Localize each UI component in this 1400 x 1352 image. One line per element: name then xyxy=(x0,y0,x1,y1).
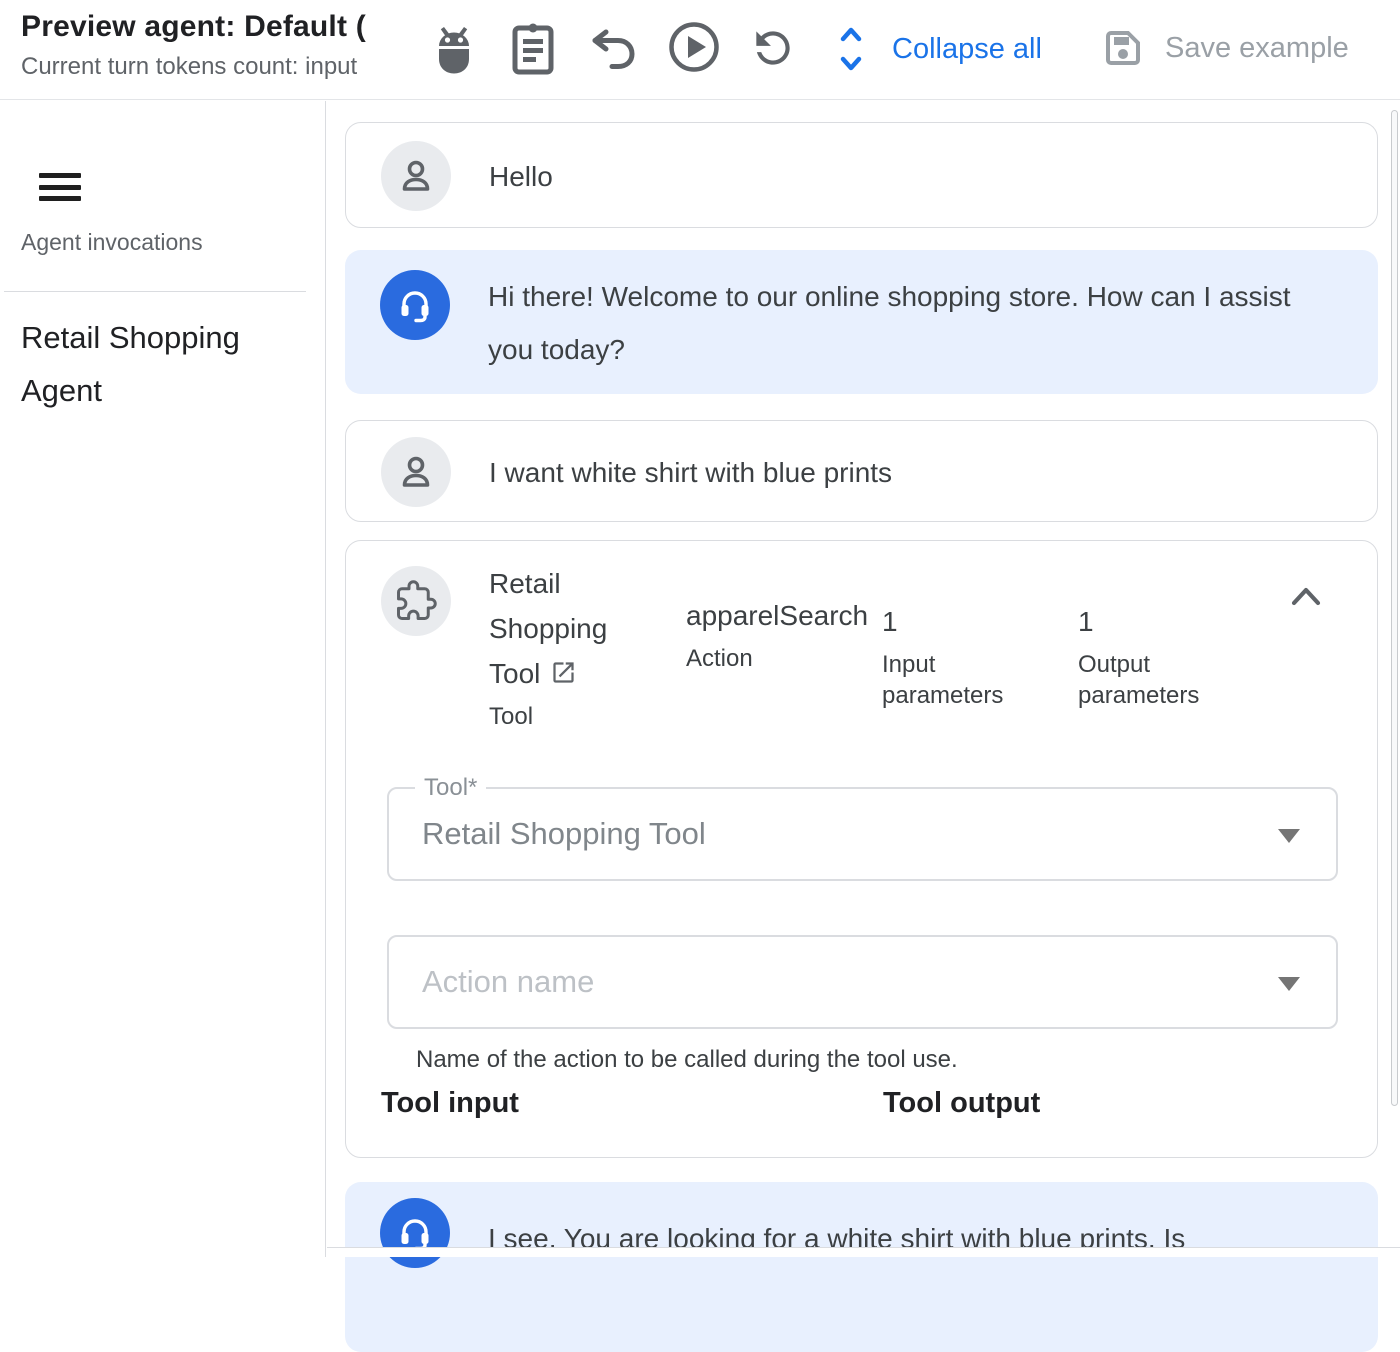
collapse-all-label: Collapse all xyxy=(892,33,1042,66)
tool-field-value: Retail Shopping Tool xyxy=(422,816,706,852)
dropdown-arrow-icon xyxy=(1278,829,1300,843)
input-params-column: 1 Input parameters xyxy=(882,599,1034,711)
tool-field-label: Tool* xyxy=(415,774,486,802)
dropdown-arrow-icon xyxy=(1278,977,1300,991)
input-count: 1 xyxy=(882,606,898,637)
message-text: Hello xyxy=(489,150,553,203)
action-field-placeholder: Action name xyxy=(422,964,594,1000)
avatar xyxy=(381,141,451,211)
unfold-arrows-icon xyxy=(834,24,868,74)
sidebar-item-agent[interactable]: Retail Shopping Agent xyxy=(21,311,296,417)
tool-output-heading: Tool output xyxy=(883,1087,1040,1120)
reset-button[interactable] xyxy=(748,22,798,74)
user-message-card: Hello xyxy=(345,122,1378,228)
bottom-panel-edge xyxy=(327,1247,1400,1257)
agent-message-card: I see. You are looking for a white shirt… xyxy=(345,1182,1378,1352)
avatar xyxy=(381,437,451,507)
sidebar-section-label: Agent invocations xyxy=(21,229,203,256)
action-value: apparelSearch xyxy=(686,600,868,631)
action-select-field[interactable]: Action name xyxy=(387,935,1338,1029)
collapse-card-button[interactable] xyxy=(1284,577,1332,617)
test-cases-button[interactable] xyxy=(510,20,556,76)
hamburger-menu-icon[interactable] xyxy=(39,173,81,201)
token-count-subtitle: Current turn tokens count: input xyxy=(21,53,417,81)
tool-name-column: Retail Shopping Tool Tool xyxy=(489,561,657,732)
avatar xyxy=(381,566,451,636)
undo-button[interactable] xyxy=(588,28,638,70)
tool-action-column: apparelSearch Action xyxy=(686,593,871,674)
play-circle-icon xyxy=(668,21,720,73)
output-count: 1 xyxy=(1078,606,1094,637)
input-caption: Input parameters xyxy=(882,649,1034,711)
person-icon xyxy=(394,154,438,198)
conversation-panel: Hello Hi there! Welcome to our online sh… xyxy=(327,101,1400,1257)
action-caption: Action xyxy=(686,643,871,674)
sidebar-divider xyxy=(4,291,306,292)
message-text: I want white shirt with blue prints xyxy=(489,446,892,499)
save-example-label: Save example xyxy=(1165,32,1349,65)
android-robot-icon xyxy=(431,20,477,78)
save-icon xyxy=(1101,26,1145,70)
output-params-column: 1 Output parameters xyxy=(1078,599,1243,711)
action-helper-text: Name of the action to be called during t… xyxy=(416,1046,958,1074)
agent-robot-button[interactable] xyxy=(431,20,477,78)
save-example-button[interactable]: Save example xyxy=(1101,26,1349,70)
headset-icon xyxy=(394,284,436,326)
tool-type-caption: Tool xyxy=(489,701,657,732)
header-title-block: Preview agent: Default ( Current turn to… xyxy=(21,10,417,94)
user-message-card: I want white shirt with blue prints xyxy=(345,420,1378,522)
play-button[interactable] xyxy=(668,21,720,73)
sidebar: Agent invocations Retail Shopping Agent xyxy=(0,101,326,1257)
output-caption: Output parameters xyxy=(1078,649,1243,711)
puzzle-icon xyxy=(395,580,437,622)
message-text: Hi there! Welcome to our online shopping… xyxy=(488,270,1333,376)
preview-header: Preview agent: Default ( Current turn to… xyxy=(0,0,1400,100)
undo-icon xyxy=(588,28,638,70)
page-title: Preview agent: Default ( xyxy=(21,10,417,44)
person-icon xyxy=(394,450,438,494)
avatar xyxy=(380,1198,450,1268)
scrollbar[interactable] xyxy=(1391,110,1398,1106)
clipboard-icon xyxy=(510,20,556,76)
tool-select-field[interactable]: Tool* Retail Shopping Tool xyxy=(387,787,1338,881)
reset-icon xyxy=(748,22,798,74)
avatar xyxy=(380,270,450,340)
tool-input-heading: Tool input xyxy=(381,1087,519,1120)
chevron-up-icon xyxy=(1284,582,1332,612)
tool-name-link[interactable]: Retail Shopping Tool xyxy=(489,568,607,689)
tool-invocation-card: Retail Shopping Tool Tool apparelSearch … xyxy=(345,540,1378,1158)
agent-message-card: Hi there! Welcome to our online shopping… xyxy=(345,250,1378,394)
external-link-icon[interactable] xyxy=(550,659,577,686)
message-text: I see. You are looking for a white shirt… xyxy=(488,1212,1388,1265)
collapse-all-button[interactable]: Collapse all xyxy=(834,24,1042,74)
